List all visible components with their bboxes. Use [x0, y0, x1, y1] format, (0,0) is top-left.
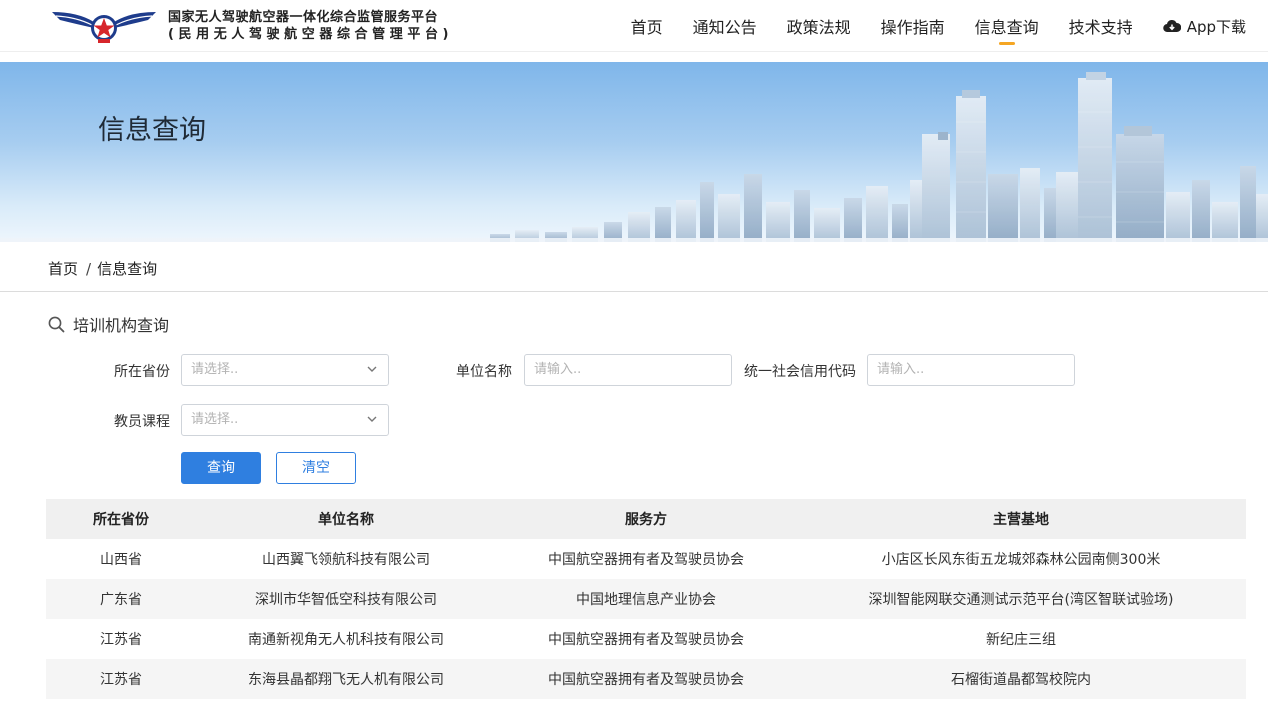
table-row: 广东省 深圳市华智低空科技有限公司 中国地理信息产业协会 深圳智能网联交通测试示…	[46, 579, 1246, 619]
course-placeholder: 请选择..	[191, 412, 239, 427]
brand-title-main: 国家无人驾驶航空器一体化综合监管服务平台	[168, 10, 439, 25]
breadcrumb: 首页 / 信息查询	[48, 258, 159, 279]
course-select[interactable]: 请选择..	[181, 404, 389, 436]
nav-support[interactable]: 技术支持	[1069, 0, 1133, 52]
nav-info-query[interactable]: 信息查询	[975, 0, 1039, 52]
table-row: 江苏省 东海县晶都翔飞无人机有限公司 中国航空器拥有者及驾驶员协会 石榴街道晶都…	[46, 659, 1246, 699]
credit-code-placeholder: 请输入..	[877, 362, 925, 377]
nav-guide[interactable]: 操作指南	[881, 0, 945, 52]
table-cell: 中国地理信息产业协会	[496, 579, 796, 619]
table-header-row: 所在省份 单位名称 服务方 主营基地	[46, 499, 1246, 539]
table-cell: 深圳市华智低空科技有限公司	[196, 579, 496, 619]
query-button[interactable]: 查询	[181, 452, 261, 484]
table-cell: 石榴街道晶都驾校院内	[796, 659, 1246, 699]
section-title-text: 培训机构查询	[73, 316, 170, 335]
table-row: 江苏省 南通新视角无人机科技有限公司 中国航空器拥有者及驾驶员协会 新纪庄三组	[46, 619, 1246, 659]
section-title: 培训机构查询	[48, 312, 169, 336]
main-nav: 首页 通知公告 政策法规 操作指南 信息查询 技术支持 App下载	[601, 0, 1246, 52]
table-row: 山西省 山西翼飞领航科技有限公司 中国航空器拥有者及驾驶员协会 小店区长风东街五…	[46, 539, 1246, 579]
credit-code-input[interactable]: 请输入..	[867, 354, 1075, 386]
search-icon	[48, 316, 65, 332]
column-header-province: 所在省份	[46, 499, 196, 539]
page-banner: 信息查询	[0, 62, 1268, 242]
caac-logo	[52, 12, 156, 43]
course-label: 教员课程	[114, 414, 170, 430]
unit-name-label: 单位名称	[456, 364, 512, 380]
province-select[interactable]: 请选择..	[181, 354, 389, 386]
brand-title-sub: (民用无人驾驶航空器综合管理平台)	[168, 27, 454, 42]
table-cell: 东海县晶都翔飞无人机有限公司	[196, 659, 496, 699]
province-placeholder: 请选择..	[191, 362, 239, 377]
app-download-link[interactable]: App下载	[1162, 16, 1246, 37]
table-cell: 深圳智能网联交通测试示范平台(湾区智联试验场)	[796, 579, 1246, 619]
clear-button[interactable]: 清空	[276, 452, 356, 484]
nav-policies[interactable]: 政策法规	[787, 0, 851, 52]
table-cell: 中国航空器拥有者及驾驶员协会	[548, 632, 744, 648]
breadcrumb-home[interactable]: 首页	[48, 260, 78, 278]
table-cell: 中国航空器拥有者及驾驶员协会	[496, 659, 796, 699]
table-cell: 小店区长风东街五龙城郊森林公园南侧300米	[881, 552, 1161, 568]
nav-notices[interactable]: 通知公告	[693, 0, 757, 52]
app-download-label: App下载	[1186, 17, 1246, 36]
province-label: 所在省份	[114, 364, 170, 380]
table-cell: 南通新视角无人机科技有限公司	[248, 632, 444, 648]
table-cell: 山西翼飞领航科技有限公司	[262, 552, 430, 568]
table-cell: 江苏省	[46, 659, 196, 699]
cloud-download-icon	[1162, 19, 1181, 33]
results-table: 所在省份 单位名称 服务方 主营基地 山西省 山西翼飞领航科技有限公司 中国航空…	[46, 499, 1246, 699]
breadcrumb-separator: /	[86, 260, 92, 278]
banner-title: 信息查询	[98, 115, 206, 146]
divider	[0, 291, 1268, 292]
brand-title: 国家无人驾驶航空器一体化综合监管服务平台 (民用无人驾驶航空器综合管理平台)	[168, 9, 453, 43]
breadcrumb-current: 信息查询	[97, 260, 158, 278]
table-cell: 江苏省	[100, 632, 142, 648]
nav-home[interactable]: 首页	[631, 0, 663, 52]
table-cell: 山西省	[100, 552, 142, 568]
column-header-base: 主营基地	[796, 499, 1246, 539]
top-header: 国家无人驾驶航空器一体化综合监管服务平台 (民用无人驾驶航空器综合管理平台) 首…	[0, 0, 1268, 52]
table-cell: 广东省	[46, 579, 196, 619]
table-cell: 新纪庄三组	[986, 632, 1056, 648]
chevron-down-icon	[367, 366, 377, 372]
credit-code-label: 统一社会信用代码	[744, 364, 856, 380]
column-header-service: 服务方	[496, 499, 796, 539]
city-skyline-illustration	[0, 72, 1268, 242]
chevron-down-icon	[367, 416, 377, 422]
unit-name-input[interactable]: 请输入..	[524, 354, 732, 386]
unit-name-placeholder: 请输入..	[534, 362, 582, 377]
table-cell: 中国航空器拥有者及驾驶员协会	[548, 552, 744, 568]
column-header-unit: 单位名称	[196, 499, 496, 539]
